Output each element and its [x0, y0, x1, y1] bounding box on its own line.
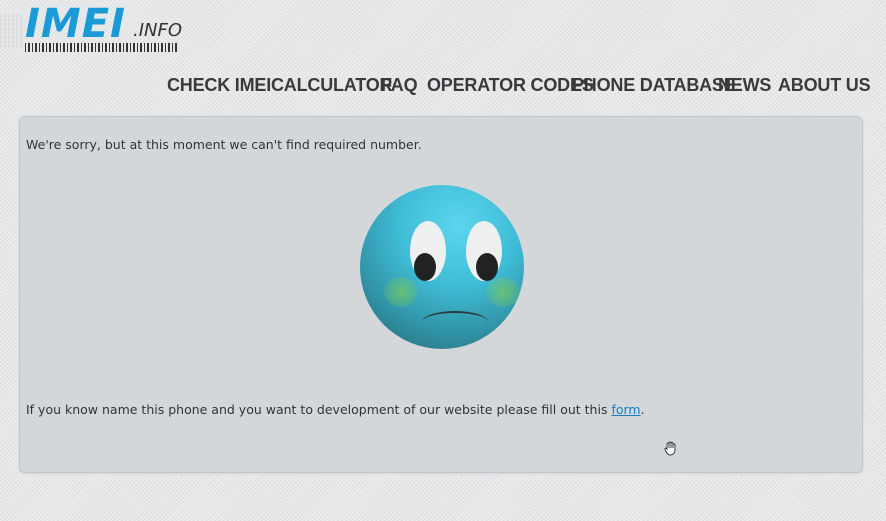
- help-message: If you know name this phone and you want…: [26, 402, 645, 417]
- main-navigation: CHECK IMEI CALCULATOR FAQ OPERATOR CODES…: [0, 72, 886, 98]
- right-eye: [466, 221, 502, 281]
- nav-faq[interactable]: FAQ: [381, 72, 418, 98]
- nav-operator-codes[interactable]: OPERATOR CODES: [427, 72, 594, 98]
- logo-barcode-icon: [25, 43, 178, 52]
- sad-face-icon: [360, 185, 524, 349]
- logo-bars: [0, 14, 22, 48]
- logo-suffix: .INFO: [133, 20, 183, 41]
- nav-news[interactable]: NEWS: [718, 72, 771, 98]
- content-panel: We're sorry, but at this moment we can't…: [19, 116, 863, 473]
- right-cheek: [486, 277, 520, 307]
- right-pupil: [476, 253, 498, 281]
- nav-calculator[interactable]: CALCULATOR: [271, 72, 393, 98]
- logo-text: IMEI: [25, 1, 126, 47]
- form-link[interactable]: form: [611, 402, 640, 417]
- left-eye: [410, 221, 446, 281]
- help-text: If you know name this phone and you want…: [26, 402, 612, 417]
- nav-about-us[interactable]: ABOUT US: [778, 72, 871, 98]
- left-pupil: [414, 253, 436, 281]
- nav-check-imei[interactable]: CHECK IMEI: [167, 72, 271, 98]
- nav-phone-database[interactable]: PHONE DATABASE: [572, 72, 736, 98]
- hand-cursor-icon: [663, 440, 679, 456]
- help-suffix: .: [640, 402, 645, 417]
- not-found-message: We're sorry, but at this moment we can't…: [26, 137, 422, 152]
- frown-mouth: [422, 311, 488, 333]
- left-cheek: [384, 277, 418, 307]
- site-logo[interactable]: IMEI .INFO: [0, 0, 190, 60]
